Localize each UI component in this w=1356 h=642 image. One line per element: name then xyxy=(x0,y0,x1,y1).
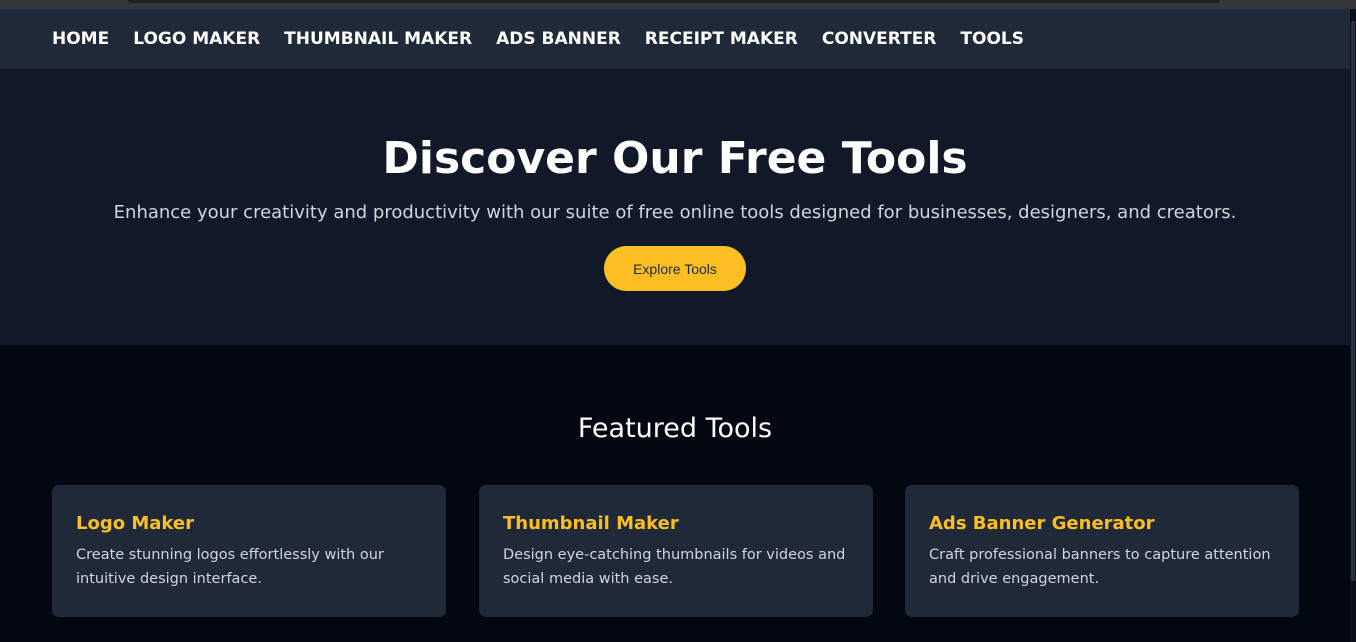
top-navigation: HOME LOGO MAKER THUMBNAIL MAKER ADS BANN… xyxy=(0,9,1350,69)
featured-heading: Featured Tools xyxy=(577,413,773,444)
tool-card-title: Logo Maker xyxy=(76,513,194,534)
tool-card-description: Design eye-catching thumbnails for video… xyxy=(503,547,846,587)
featured-tools-section: Featured Tools Logo Maker Create stunnin… xyxy=(0,345,1350,642)
hero-section: Discover Our Free Tools Enhance your cre… xyxy=(0,69,1350,345)
tool-card-thumbnail-maker[interactable]: Thumbnail Maker Design eye-catching thum… xyxy=(479,485,873,617)
explore-tools-button[interactable]: Explore Tools xyxy=(604,246,746,291)
nav-item-ads-banner[interactable]: ADS BANNER xyxy=(496,29,621,49)
tool-card-title: Thumbnail Maker xyxy=(503,513,679,534)
address-bar-edge xyxy=(128,0,1220,3)
browser-chrome-strip xyxy=(0,0,1356,9)
tool-card-ads-banner-generator[interactable]: Ads Banner Generator Craft professional … xyxy=(905,485,1299,617)
nav-item-logo-maker[interactable]: LOGO MAKER xyxy=(133,29,260,49)
tool-card-description: Create stunning logos effortlessly with … xyxy=(76,547,384,587)
hero-title: Discover Our Free Tools xyxy=(382,133,968,184)
nav-item-converter[interactable]: CONVERTER xyxy=(822,29,937,49)
nav-item-receipt-maker[interactable]: RECEIPT MAKER xyxy=(645,29,798,49)
scrollbar-thumb[interactable] xyxy=(1351,21,1355,581)
hero-subtitle: Enhance your creativity and productivity… xyxy=(113,202,1237,223)
page-scrollbar[interactable] xyxy=(1350,9,1356,642)
tool-card-description: Craft professional banners to capture at… xyxy=(929,547,1271,587)
nav-item-thumbnail-maker[interactable]: THUMBNAIL MAKER xyxy=(284,29,472,49)
tool-card-title: Ads Banner Generator xyxy=(929,513,1155,534)
nav-item-home[interactable]: HOME xyxy=(52,29,109,49)
nav-item-tools[interactable]: TOOLS xyxy=(960,29,1024,49)
tool-card-logo-maker[interactable]: Logo Maker Create stunning logos effortl… xyxy=(52,485,446,617)
